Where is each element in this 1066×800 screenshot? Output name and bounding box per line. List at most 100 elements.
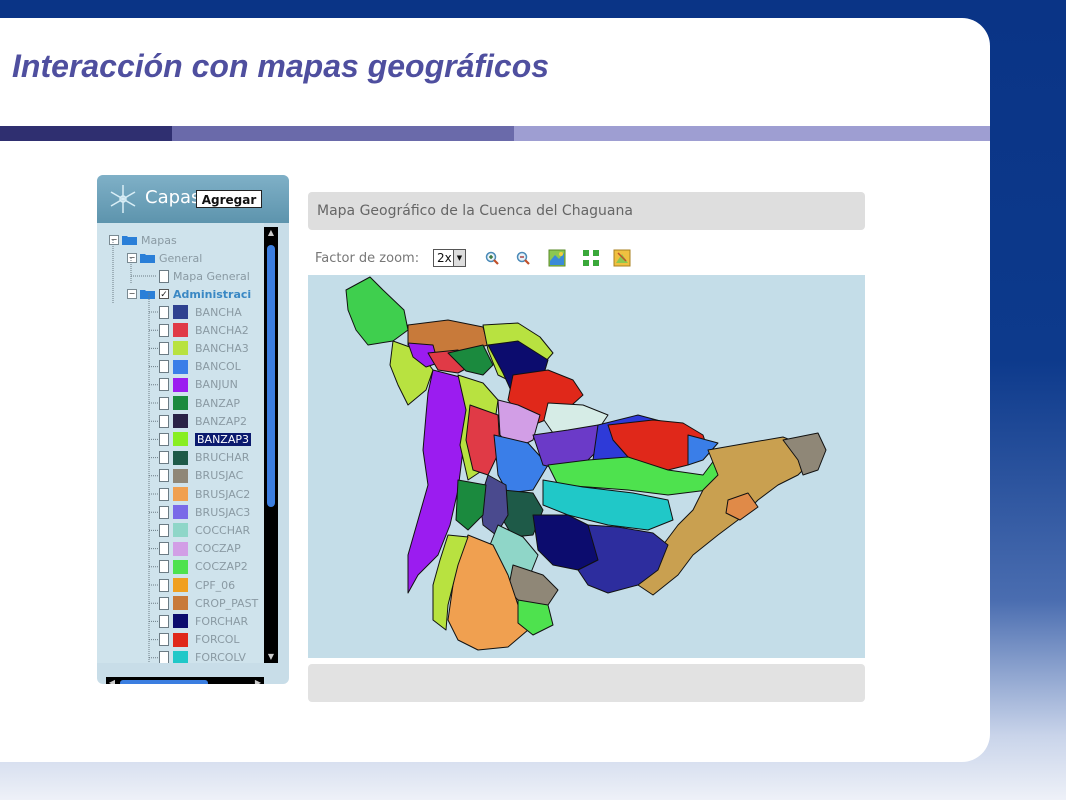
- layers-tree: − Mapas − General Mapa General − ✓ Admin…: [97, 223, 264, 663]
- layer-label: BRUCHAR: [195, 451, 250, 465]
- layer-color-swatch: [173, 541, 188, 556]
- document-icon: [159, 414, 169, 428]
- tree-node-administracion[interactable]: − ✓ Administraci: [127, 285, 251, 303]
- scroll-up-icon[interactable]: ▲: [264, 227, 278, 239]
- layer-item[interactable]: BANCHA2: [159, 321, 249, 339]
- layer-color-swatch: [173, 468, 188, 483]
- layer-item[interactable]: BRUCHAR: [159, 449, 249, 467]
- document-icon: [159, 451, 169, 465]
- scrollbar-thumb[interactable]: [267, 245, 275, 507]
- layer-checkbox[interactable]: ✓: [159, 289, 169, 300]
- horizontal-scrollbar[interactable]: ◀ ▶: [106, 677, 264, 684]
- map-region: [455, 479, 487, 531]
- map-footer: [308, 664, 865, 702]
- full-extent-icon[interactable]: [582, 249, 600, 267]
- chevron-down-icon[interactable]: ▼: [453, 250, 465, 266]
- add-layer-button[interactable]: Agregar: [196, 190, 262, 208]
- zoom-in-icon[interactable]: [483, 249, 501, 267]
- zoom-value: 2x: [437, 251, 452, 265]
- layer-color-swatch: [173, 614, 188, 629]
- layer-color-swatch: [173, 487, 188, 501]
- layer-color-swatch: [173, 650, 188, 663]
- document-icon: [159, 578, 169, 592]
- layer-color-swatch: [173, 596, 188, 611]
- vertical-scrollbar[interactable]: ▲ ▼: [264, 227, 278, 663]
- tree-node-label: Administraci: [173, 287, 252, 301]
- layer-color-swatch: [173, 377, 188, 392]
- document-icon: [159, 360, 169, 374]
- map-title: Mapa Geográfico de la Cuenca del Chaguan…: [317, 203, 633, 219]
- layer-color-swatch: [173, 323, 188, 338]
- zoom-out-icon[interactable]: [514, 249, 532, 267]
- title-underline-bar: [0, 126, 990, 141]
- layer-item[interactable]: BRUSJAC2: [159, 485, 250, 503]
- title-bar-segment: [514, 126, 990, 141]
- collapse-icon[interactable]: −: [109, 235, 119, 245]
- layer-item[interactable]: BANJUN: [159, 376, 238, 394]
- scrollbar-thumb[interactable]: [120, 680, 208, 684]
- layer-item[interactable]: BANZAP2: [159, 412, 247, 430]
- layer-item[interactable]: FORCOLV: [159, 649, 246, 663]
- slide-title: Interacción con mapas geográficos: [12, 48, 550, 84]
- layers-panel-header: Capas Agregar: [97, 175, 289, 223]
- folder-icon: [122, 236, 137, 245]
- tree-node-general-map[interactable]: Mapa General: [159, 267, 250, 285]
- layer-item[interactable]: FORCHAR: [159, 612, 248, 630]
- layer-item[interactable]: COCCHAR: [159, 521, 250, 539]
- layer-label: BANZAP3: [195, 432, 251, 446]
- title-bar-segment: [0, 126, 172, 141]
- layer-color-swatch: [173, 305, 188, 319]
- layer-color-swatch: [173, 396, 188, 410]
- layer-label: BRUSJAC2: [195, 487, 251, 501]
- snowflake-icon: [110, 185, 136, 213]
- layer-label: BANJUN: [195, 378, 238, 392]
- layer-item[interactable]: BANCHA: [159, 303, 242, 321]
- layer-item[interactable]: CROP_PAST: [159, 594, 258, 612]
- layer-label: CROP_PAST: [195, 596, 259, 610]
- tree-node-label: General: [159, 251, 203, 265]
- layer-label: BRUSJAC: [195, 469, 244, 483]
- layer-color-swatch: [173, 359, 188, 374]
- layer-item[interactable]: COCZAP: [159, 540, 241, 558]
- zoom-factor-select[interactable]: 2x ▼: [433, 249, 466, 267]
- collapse-icon[interactable]: −: [127, 253, 137, 263]
- layer-color-swatch: [173, 414, 188, 429]
- layer-item[interactable]: BRUSJAC3: [159, 503, 250, 521]
- layer-color-swatch: [173, 632, 188, 647]
- layer-label: FORCOL: [195, 633, 240, 647]
- scroll-left-icon[interactable]: ◀: [106, 677, 118, 684]
- map-image-icon[interactable]: [548, 249, 566, 267]
- tree-node-maps[interactable]: − Mapas: [109, 231, 177, 249]
- layer-label: BRUSJAC3: [195, 505, 251, 519]
- layer-label: BANCHA2: [195, 323, 249, 337]
- map-export-icon[interactable]: [613, 249, 631, 267]
- layer-item[interactable]: CPF_06: [159, 576, 235, 594]
- layer-item[interactable]: BRUSJAC: [159, 467, 243, 485]
- document-icon: [159, 560, 169, 574]
- layer-label: CPF_06: [195, 578, 236, 592]
- layer-item[interactable]: BANZAP: [159, 394, 240, 412]
- watershed-map[interactable]: [308, 275, 865, 658]
- document-icon: [159, 542, 169, 556]
- document-icon: [159, 305, 169, 319]
- layer-color-swatch: [173, 432, 188, 447]
- layer-label: BANZAP2: [195, 414, 247, 428]
- layer-item[interactable]: FORCOL: [159, 631, 240, 649]
- collapse-icon[interactable]: −: [127, 289, 137, 299]
- document-icon: [159, 633, 169, 647]
- layer-color-swatch: [173, 523, 188, 538]
- tree-node-label: Mapas: [141, 233, 177, 247]
- layer-item[interactable]: BANCOL: [159, 358, 241, 376]
- scroll-down-icon[interactable]: ▼: [264, 651, 278, 663]
- layer-label: BANCOL: [195, 360, 241, 374]
- layer-item[interactable]: BANCHA3: [159, 339, 249, 357]
- document-icon: [159, 469, 169, 483]
- layer-item[interactable]: BANZAP3: [159, 430, 251, 448]
- layer-item[interactable]: COCZAP2: [159, 558, 248, 576]
- scroll-right-icon[interactable]: ▶: [252, 677, 264, 684]
- tree-node-general[interactable]: − General: [127, 249, 202, 267]
- layer-color-swatch: [173, 341, 188, 356]
- folder-icon: [140, 290, 155, 299]
- layers-panel-title: Capas: [145, 187, 201, 208]
- map-canvas[interactable]: [308, 275, 865, 658]
